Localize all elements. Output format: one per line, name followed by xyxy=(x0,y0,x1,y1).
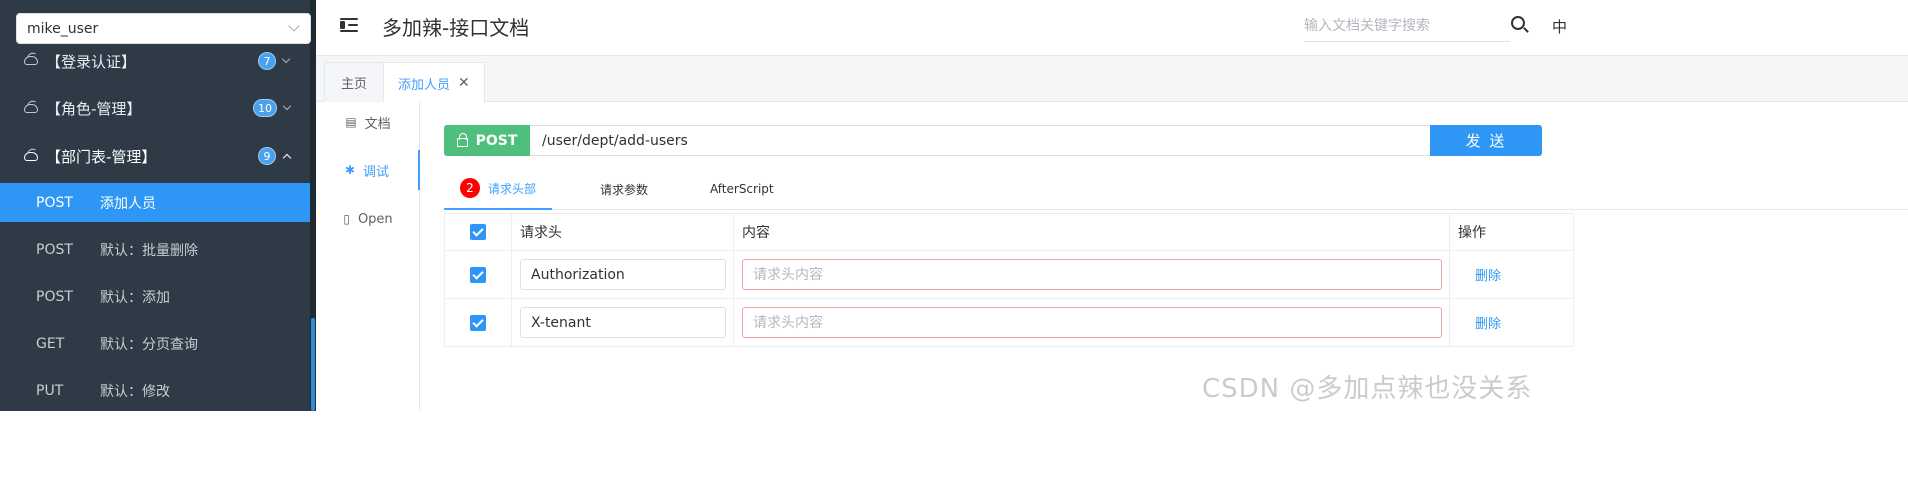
method-select[interactable]: POST xyxy=(444,125,530,156)
group-label: 【部门表-管理】 xyxy=(46,147,157,166)
sidebar-scrollbar-thumb[interactable] xyxy=(311,318,315,411)
cloud-icon xyxy=(24,152,38,161)
tabs-bar: 主页 添加人员 ✕ xyxy=(316,56,1908,103)
sidebar-api-batch-delete[interactable]: POST 默认：批量删除 xyxy=(0,230,310,269)
file-icon: ▯ xyxy=(343,212,350,226)
group-label: 【角色-管理】 xyxy=(46,99,142,118)
sidebar-api-add-users[interactable]: POST 添加人员 xyxy=(0,183,310,222)
header-name-input[interactable] xyxy=(520,307,726,338)
row-checkbox[interactable] xyxy=(470,314,486,331)
select-all-cell xyxy=(444,213,512,251)
cloud-icon xyxy=(24,56,38,65)
page-title: 多加辣-接口文档 xyxy=(382,16,530,40)
sidebar-api-update[interactable]: PUT 默认：修改 xyxy=(0,371,310,410)
sidebar-api-page-query[interactable]: GET 默认：分页查询 xyxy=(0,324,310,363)
subnav-label: 文档 xyxy=(364,116,391,132)
tab-afterscript[interactable]: AfterScript xyxy=(710,168,774,210)
watermark: CSDN @多加点辣也没关系 xyxy=(1202,374,1533,404)
column-header: 内容 xyxy=(733,213,1450,251)
tab-label: 请求头部 xyxy=(488,181,537,196)
header-name-cell xyxy=(511,298,734,347)
search-icon[interactable] xyxy=(1511,16,1525,30)
api-method: POST xyxy=(36,288,73,305)
subnav-label: 调试 xyxy=(363,164,390,180)
row-select-cell xyxy=(444,298,512,347)
action-cell: 删除 xyxy=(1449,298,1574,347)
api-method: PUT xyxy=(36,382,64,399)
column-header: 请求头 xyxy=(511,213,734,251)
subnav-open[interactable]: ▯ Open xyxy=(316,199,420,239)
close-icon[interactable]: ✕ xyxy=(458,75,470,91)
table-row: 删除 xyxy=(444,250,1574,299)
bug-icon: ✱ xyxy=(344,163,356,177)
count-badge: 9 xyxy=(258,147,276,165)
doc-subnav: ▤ 文档 ✱ 调试 ▯ Open xyxy=(316,102,420,411)
url-input[interactable] xyxy=(530,125,1430,156)
subnav-debug[interactable]: ✱ 调试 xyxy=(316,150,420,190)
count-badge: 10 xyxy=(253,99,277,117)
request-bar: POST 发 送 xyxy=(444,125,1542,156)
count-badge: 7 xyxy=(258,52,276,70)
tab-home[interactable]: 主页 xyxy=(324,62,384,102)
headers-count-badge: 2 xyxy=(460,178,480,198)
select-all-checkbox[interactable] xyxy=(470,224,486,240)
tab-request-headers[interactable]: 2 请求头部 xyxy=(444,168,552,210)
chevron-down-icon xyxy=(281,54,291,64)
table-row: 删除 xyxy=(444,298,1574,347)
cloud-icon xyxy=(24,104,38,113)
subnav-doc[interactable]: ▤ 文档 xyxy=(316,102,420,142)
delete-link[interactable]: 删除 xyxy=(1450,265,1526,284)
group-label: 【登录认证】 xyxy=(46,52,137,71)
chevron-up-icon xyxy=(282,153,292,163)
api-method: POST xyxy=(36,241,73,258)
row-select-cell xyxy=(444,250,512,299)
api-name: 添加人员 xyxy=(100,195,156,212)
sidebar-group-dept[interactable]: 【部门表-管理】 9 xyxy=(0,136,310,176)
tab-label: 请求参数 xyxy=(600,182,649,197)
tab-label: AfterScript xyxy=(710,182,774,196)
api-name: 默认：添加 xyxy=(100,289,170,306)
header-value-input[interactable] xyxy=(742,259,1442,290)
delete-link[interactable]: 删除 xyxy=(1450,313,1526,332)
headers-table: 请求头 内容 操作 删除 删除 xyxy=(444,213,1574,347)
header-name-cell xyxy=(511,250,734,299)
method-label: POST xyxy=(475,132,518,149)
sidebar-api-add[interactable]: POST 默认：添加 xyxy=(0,277,310,316)
tab-label: 添加人员 xyxy=(398,77,451,93)
table-header-row: 请求头 内容 操作 xyxy=(444,213,1574,251)
lock-icon xyxy=(456,133,468,147)
language-switch[interactable]: 中 xyxy=(1552,16,1567,37)
chevron-down-icon xyxy=(288,20,300,32)
header-value-cell xyxy=(733,298,1450,347)
project-select[interactable]: mike_user xyxy=(16,13,311,44)
tab-request-params[interactable]: 请求参数 xyxy=(600,168,648,210)
api-method: POST xyxy=(36,194,73,211)
top-bar: 多加辣-接口文档 中 xyxy=(316,0,1908,56)
document-icon: ▤ xyxy=(345,115,357,129)
row-checkbox[interactable] xyxy=(470,266,486,283)
action-cell: 删除 xyxy=(1449,250,1574,299)
tab-add-users[interactable]: 添加人员 ✕ xyxy=(383,62,485,103)
header-value-cell xyxy=(733,250,1450,299)
search-input[interactable] xyxy=(1304,10,1510,42)
api-method: GET xyxy=(36,335,65,352)
subnav-label: Open xyxy=(357,211,393,227)
sidebar-group-login[interactable]: 【登录认证】 7 xyxy=(0,50,310,72)
chevron-down-icon xyxy=(282,101,292,111)
api-name: 默认：分页查询 xyxy=(100,336,198,353)
tab-label: 主页 xyxy=(340,77,367,92)
api-name: 默认：批量删除 xyxy=(100,242,198,259)
api-name: 默认：修改 xyxy=(100,383,170,400)
send-button[interactable]: 发 送 xyxy=(1430,125,1542,156)
column-header: 操作 xyxy=(1449,213,1574,251)
collapse-menu-icon[interactable] xyxy=(340,17,358,33)
request-tabs: 2 请求头部 请求参数 AfterScript xyxy=(444,168,1908,210)
sidebar-group-role[interactable]: 【角色-管理】 10 xyxy=(0,88,310,128)
header-value-input[interactable] xyxy=(742,307,1442,338)
project-select-value: mike_user xyxy=(27,20,99,37)
sidebar: 【登录认证】 7 【角色-管理】 10 【部门表-管理】 9 POST 添加人员… xyxy=(0,0,316,411)
header-name-input[interactable] xyxy=(520,259,726,290)
